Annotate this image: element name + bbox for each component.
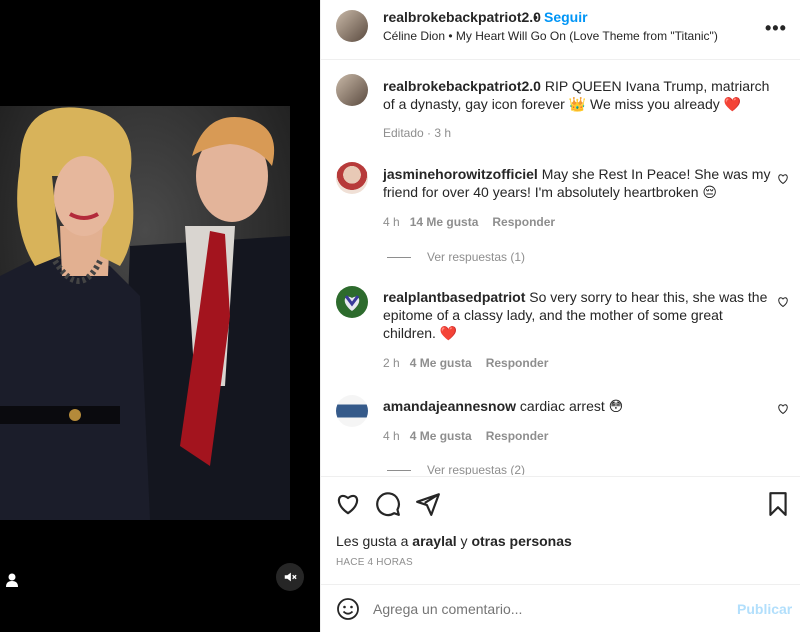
audio-track-link[interactable]: Céline Dion • My Heart Will Go On (Love … xyxy=(383,29,718,43)
flag-heart-icon xyxy=(344,295,360,311)
bookmark-icon[interactable] xyxy=(765,491,791,517)
more-options-icon[interactable]: ••• xyxy=(765,18,787,39)
comment-username[interactable]: jasminehorowitzofficiel xyxy=(383,166,538,182)
comment-meta: 2 h 4 Me gusta Responder xyxy=(383,356,548,370)
likes-summary: Les gusta a araylal y otras personas xyxy=(336,533,572,549)
caption: realbrokebackpatriot2.0 RIP QUEEN Ivana … xyxy=(383,77,773,113)
view-replies-label: Ver respuestas (1) xyxy=(427,250,526,264)
view-replies-label: Ver respuestas (2) xyxy=(427,463,526,475)
separator-dot: • xyxy=(533,9,538,25)
view-replies-button[interactable]: Ver respuestas (2) xyxy=(387,463,525,475)
mute-button[interactable] xyxy=(276,563,304,591)
view-replies-button[interactable]: Ver respuestas (1) xyxy=(387,250,525,264)
comment-time: 2 h xyxy=(383,356,400,370)
comment-like-icon[interactable] xyxy=(777,403,789,415)
commenter-avatar[interactable] xyxy=(336,162,368,194)
likes-mid: y xyxy=(456,533,472,549)
reply-button[interactable]: Responder xyxy=(492,215,555,229)
comment-meta: 4 h 4 Me gusta Responder xyxy=(383,429,548,443)
comment-item: jasminehorowitzofficiel May she Rest In … xyxy=(383,165,773,201)
reply-button[interactable]: Responder xyxy=(486,356,549,370)
post-actions: Les gusta a araylal y otras personas HAC… xyxy=(321,476,800,584)
comment-likes[interactable]: 4 Me gusta xyxy=(410,429,472,443)
comment-likes[interactable]: 14 Me gusta xyxy=(410,215,479,229)
commenter-avatar[interactable] xyxy=(336,286,368,318)
comment-text: cardiac arrest 😳 xyxy=(516,398,624,414)
replies-line xyxy=(387,469,411,471)
comment-like-icon[interactable] xyxy=(777,173,789,185)
post-dialog: realbrokebackpatriot2.0 • Seguir Céline … xyxy=(0,0,800,632)
author-avatar[interactable] xyxy=(336,10,368,42)
replies-line xyxy=(387,256,411,258)
comment-time: 4 h xyxy=(383,429,400,443)
comment-icon[interactable] xyxy=(375,491,401,517)
comment-username[interactable]: amandajeannesnow xyxy=(383,398,516,414)
comment-username[interactable]: realplantbasedpatriot xyxy=(383,289,525,305)
post-media[interactable] xyxy=(0,0,320,632)
emoji-icon[interactable] xyxy=(336,597,360,621)
likes-others-link[interactable]: otras personas xyxy=(471,533,571,549)
reply-button[interactable]: Responder xyxy=(486,429,549,443)
heart-icon[interactable] xyxy=(335,491,361,517)
speaker-muted-icon xyxy=(284,572,297,582)
author-username[interactable]: realbrokebackpatriot2.0 xyxy=(383,9,541,25)
likes-user-link[interactable]: araylal xyxy=(412,533,456,549)
post-header: realbrokebackpatriot2.0 • Seguir Céline … xyxy=(321,0,800,60)
add-comment-bar: Publicar xyxy=(321,584,800,632)
comment-item: realplantbasedpatriot So very sorry to h… xyxy=(383,288,773,342)
caption-username[interactable]: realbrokebackpatriot2.0 xyxy=(383,78,541,94)
comment-input[interactable] xyxy=(373,601,713,617)
author-avatar[interactable] xyxy=(336,74,368,106)
likes-prefix: Les gusta a xyxy=(336,533,413,549)
comments-list[interactable]: realbrokebackpatriot2.0 RIP QUEEN Ivana … xyxy=(321,61,800,475)
commenter-avatar[interactable] xyxy=(336,395,368,427)
comment-time: 4 h xyxy=(383,215,400,229)
comment-meta: 4 h 14 Me gusta Responder xyxy=(383,215,555,229)
share-icon[interactable] xyxy=(415,491,441,517)
caption-meta: Editado · 3 h xyxy=(383,126,452,140)
publish-button[interactable]: Publicar xyxy=(737,601,792,617)
post-details-panel: realbrokebackpatriot2.0 • Seguir Céline … xyxy=(320,0,800,632)
comment-likes[interactable]: 4 Me gusta xyxy=(410,356,472,370)
post-timestamp: HACE 4 HORAS xyxy=(336,557,413,568)
comment-like-icon[interactable] xyxy=(777,296,789,308)
comment-item: amandajeannesnow cardiac arrest 😳 xyxy=(383,397,773,415)
post-photo xyxy=(0,106,290,520)
user-tag-icon[interactable] xyxy=(5,572,19,588)
follow-button[interactable]: Seguir xyxy=(544,9,588,25)
